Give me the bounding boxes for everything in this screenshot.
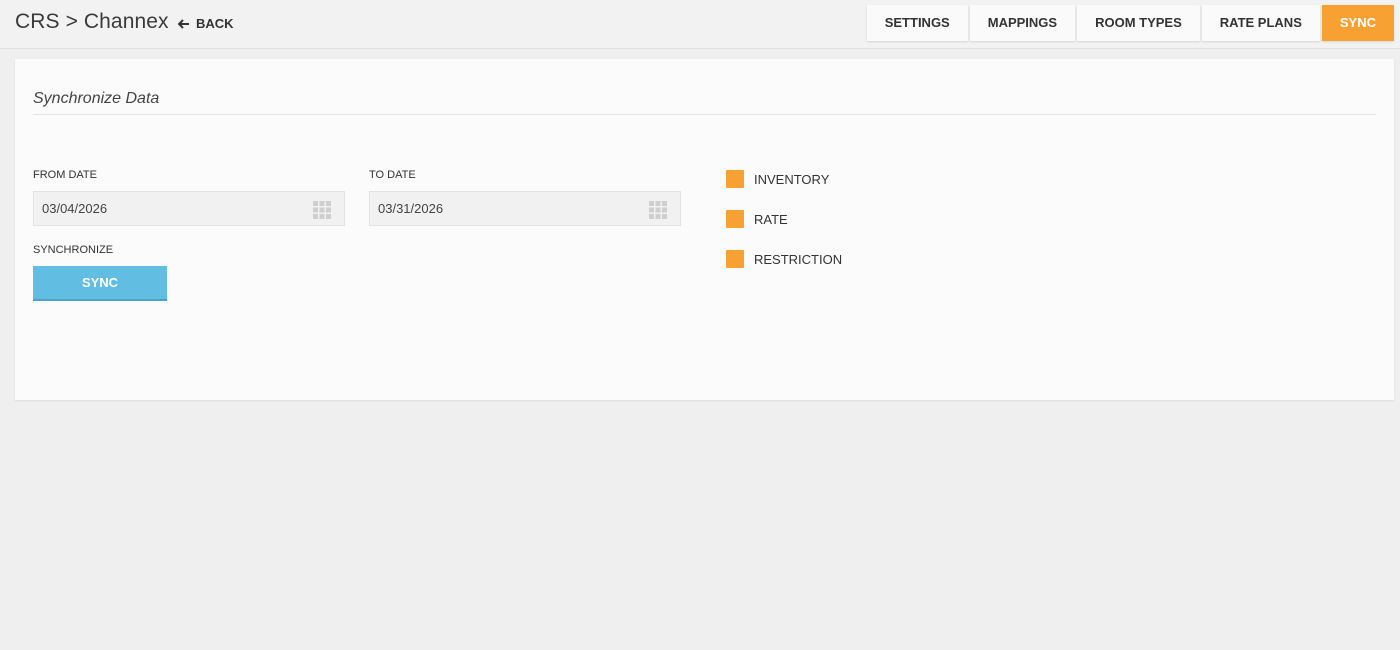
tab-room-types[interactable]: ROOM TYPES	[1077, 5, 1200, 41]
calendar-icon[interactable]	[313, 201, 331, 219]
rate-checkbox[interactable]	[726, 210, 744, 228]
calendar-icon[interactable]	[649, 201, 667, 219]
inventory-label: INVENTORY	[754, 171, 830, 187]
tab-bar: SETTINGS MAPPINGS ROOM TYPES RATE PLANS …	[865, 5, 1394, 41]
from-date-label: FROM DATE	[33, 169, 97, 181]
tab-rate-plans[interactable]: RATE PLANS	[1201, 5, 1320, 41]
sync-button[interactable]: SYNC	[33, 266, 167, 301]
panel-title: Synchronize Data	[33, 90, 160, 107]
inventory-option[interactable]: INVENTORY	[726, 170, 829, 188]
rate-label: RATE	[754, 211, 788, 227]
from-date-field	[33, 191, 345, 226]
rate-option[interactable]: RATE	[726, 210, 788, 228]
top-bar: CRS > Channex BACK SETTINGS MAPPINGS ROO…	[0, 0, 1400, 49]
restriction-checkbox[interactable]	[726, 250, 744, 268]
tab-mappings[interactable]: MAPPINGS	[969, 5, 1076, 41]
restriction-option[interactable]: RESTRICTION	[726, 250, 842, 268]
arrow-left-icon	[178, 18, 190, 29]
from-date-input[interactable]	[34, 192, 320, 225]
panel-divider	[33, 114, 1376, 115]
inventory-checkbox[interactable]	[726, 170, 744, 188]
to-date-input[interactable]	[370, 192, 656, 225]
tab-settings[interactable]: SETTINGS	[866, 5, 968, 41]
restriction-label: RESTRICTION	[754, 251, 843, 267]
sync-panel: Synchronize Data FROM DATE TO DATE	[15, 59, 1394, 400]
to-date-field	[369, 191, 681, 226]
back-link[interactable]: BACK	[178, 16, 234, 31]
back-label: BACK	[196, 16, 234, 31]
to-date-label: TO DATE	[369, 169, 416, 181]
breadcrumb: CRS > Channex	[15, 10, 169, 33]
synchronize-label: SYNCHRONIZE	[33, 244, 114, 256]
tab-sync[interactable]: SYNC	[1321, 5, 1394, 41]
